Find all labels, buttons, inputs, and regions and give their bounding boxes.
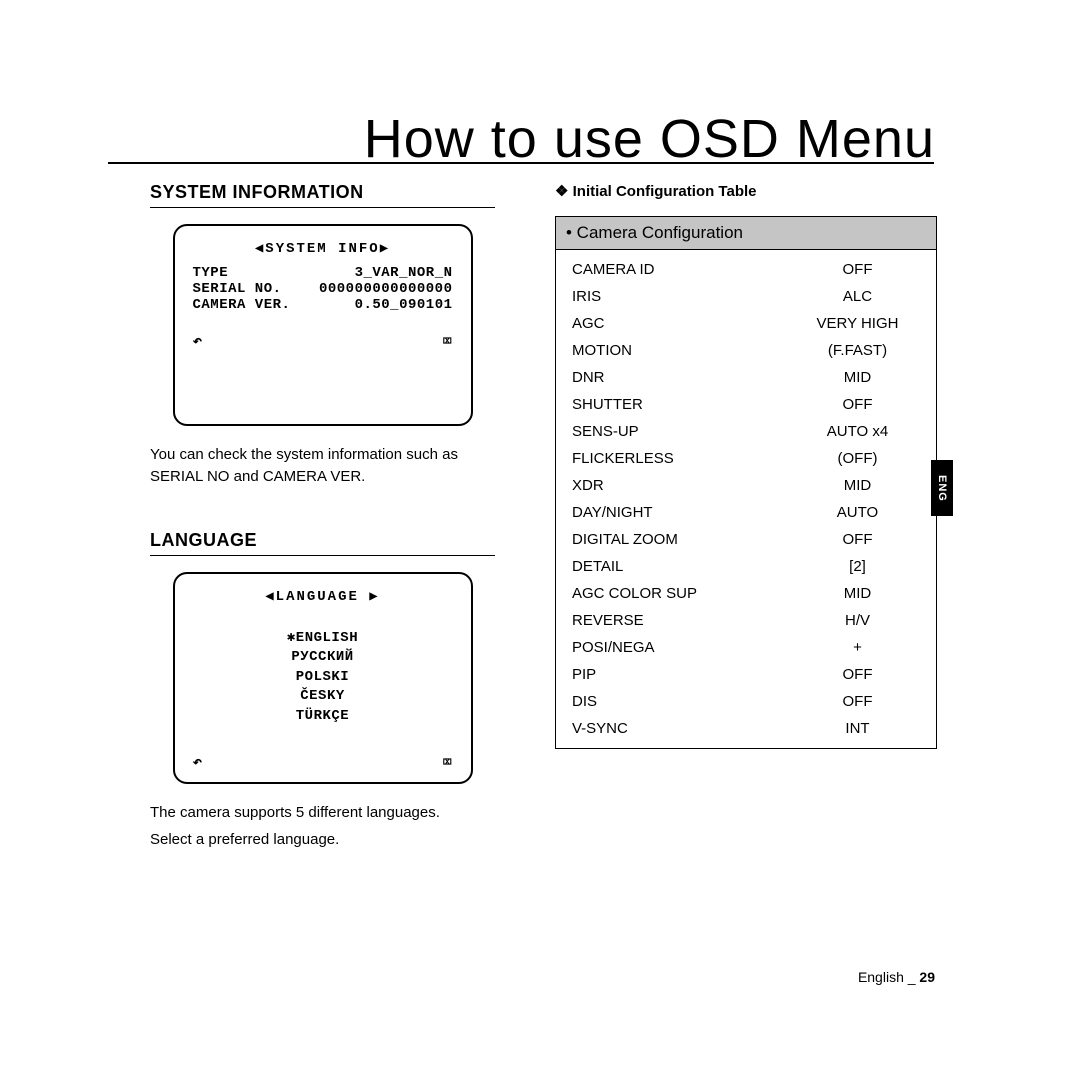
osd-language-item: РУССКИЙ xyxy=(193,648,453,668)
config-key: SENS-UP xyxy=(572,423,795,440)
table-row: CAMERA IDOFF xyxy=(556,256,936,283)
table-row: PIPOFF xyxy=(556,661,936,688)
table-row: SENS-UPAUTO x4 xyxy=(556,418,936,445)
table-row: DETAIL[2] xyxy=(556,553,936,580)
config-value: INT xyxy=(795,720,920,737)
config-key: AGC xyxy=(572,315,795,332)
table-row: MOTION(F.FAST) xyxy=(556,337,936,364)
system-information-heading: SYSTEM INFORMATION xyxy=(150,182,495,208)
config-key: DIGITAL ZOOM xyxy=(572,531,795,548)
table-row: DIGITAL ZOOMOFF xyxy=(556,526,936,553)
config-key: XDR xyxy=(572,477,795,494)
camera-configuration-table: • Camera Configuration CAMERA IDOFFIRISA… xyxy=(555,216,937,749)
osd-ver-value: 0.50_090101 xyxy=(355,297,453,313)
table-row: DNRMID xyxy=(556,364,936,391)
table-row: FLICKERLESS(OFF) xyxy=(556,445,936,472)
osd-ver-label: CAMERA VER. xyxy=(193,297,291,313)
right-column: ❖ Initial Configuration Table • Camera C… xyxy=(555,182,935,851)
initial-config-heading: ❖ Initial Configuration Table xyxy=(555,182,935,200)
table-row: IRISALC xyxy=(556,283,936,310)
exit-icon: ⌧ xyxy=(442,752,452,772)
config-value: MID xyxy=(795,369,920,386)
config-value: AUTO xyxy=(795,504,920,521)
config-key: DETAIL xyxy=(572,558,795,575)
config-value: OFF xyxy=(795,396,920,413)
osd-type-label: TYPE xyxy=(193,265,229,281)
config-key: IRIS xyxy=(572,288,795,305)
config-value: OFF xyxy=(795,261,920,278)
system-info-description: You can check the system information suc… xyxy=(150,444,495,488)
manual-page: How to use OSD Menu ENG SYSTEM INFORMATI… xyxy=(0,0,1080,1080)
config-value: OFF xyxy=(795,693,920,710)
language-desc-line-2: Select a preferred language. xyxy=(150,829,495,851)
config-key: SHUTTER xyxy=(572,396,795,413)
table-row: AGC COLOR SUPMID xyxy=(556,580,936,607)
config-value: VERY HIGH xyxy=(795,315,920,332)
config-value: H/V xyxy=(795,612,920,629)
table-row: V-SYNCINT xyxy=(556,715,936,742)
config-value: (F.FAST) xyxy=(795,342,920,359)
osd-language-item: TÜRKÇE xyxy=(193,707,453,727)
osd-language-list: ✱ENGLISHРУССКИЙPOLSKIČESKYTÜRKÇE xyxy=(193,629,453,727)
chapter-underline xyxy=(108,162,934,164)
chapter-title: How to use OSD Menu xyxy=(364,108,935,170)
osd-language-item: ČESKY xyxy=(193,687,453,707)
config-key: AGC COLOR SUP xyxy=(572,585,795,602)
language-heading: LANGUAGE xyxy=(150,530,495,556)
footer-language: English _ xyxy=(858,969,916,985)
page-number: 29 xyxy=(919,969,935,985)
osd-serial-label: SERIAL NO. xyxy=(193,281,282,297)
osd-language-title: ◀LANGUAGE ▶ xyxy=(193,588,453,605)
table-row: POSI/NEGA+ xyxy=(556,634,936,661)
camera-configuration-rows: CAMERA IDOFFIRISALCAGCVERY HIGHMOTION(F.… xyxy=(556,250,936,748)
left-column: SYSTEM INFORMATION ◀SYSTEM INFO▶ TYPE 3_… xyxy=(150,182,495,851)
camera-configuration-header: • Camera Configuration xyxy=(556,217,936,250)
table-row: AGCVERY HIGH xyxy=(556,310,936,337)
config-key: REVERSE xyxy=(572,612,795,629)
exit-icon: ⌧ xyxy=(442,331,452,351)
page-footer: English _ 29 xyxy=(858,969,935,985)
osd-type-value: 3_VAR_NOR_N xyxy=(355,265,453,281)
config-value: ALC xyxy=(795,288,920,305)
config-value: [2] xyxy=(795,558,920,575)
osd-serial-value: 000000000000000 xyxy=(319,281,453,297)
osd-language-item: POLSKI xyxy=(193,668,453,688)
config-key: DAY/NIGHT xyxy=(572,504,795,521)
config-key: MOTION xyxy=(572,342,795,359)
config-value: MID xyxy=(795,585,920,602)
config-key: DNR xyxy=(572,369,795,386)
config-key: V-SYNC xyxy=(572,720,795,737)
osd-system-info-screen: ◀SYSTEM INFO▶ TYPE 3_VAR_NOR_N SERIAL NO… xyxy=(173,224,473,426)
config-value: + xyxy=(795,639,920,656)
table-row: DISOFF xyxy=(556,688,936,715)
config-key: FLICKERLESS xyxy=(572,450,795,467)
back-icon: ↶ xyxy=(193,331,203,351)
osd-row-type: TYPE 3_VAR_NOR_N xyxy=(193,265,453,281)
config-value: OFF xyxy=(795,531,920,548)
osd-row-serial: SERIAL NO. 000000000000000 xyxy=(193,281,453,297)
back-icon: ↶ xyxy=(193,752,203,772)
config-key: CAMERA ID xyxy=(572,261,795,278)
osd-language-icons: ↶ ⌧ xyxy=(193,752,453,772)
osd-row-ver: CAMERA VER. 0.50_090101 xyxy=(193,297,453,313)
table-row: XDRMID xyxy=(556,472,936,499)
osd-language-item: ✱ENGLISH xyxy=(193,629,453,649)
language-desc-line-1: The camera supports 5 different language… xyxy=(150,802,495,824)
osd-language-screen: ◀LANGUAGE ▶ ✱ENGLISHРУССКИЙPOLSKIČESKYTÜ… xyxy=(173,572,473,784)
content-columns: SYSTEM INFORMATION ◀SYSTEM INFO▶ TYPE 3_… xyxy=(150,182,935,851)
language-description: The camera supports 5 different language… xyxy=(150,802,495,852)
config-value: AUTO x4 xyxy=(795,423,920,440)
config-key: POSI/NEGA xyxy=(572,639,795,656)
config-key: DIS xyxy=(572,693,795,710)
table-row: DAY/NIGHTAUTO xyxy=(556,499,936,526)
config-key: PIP xyxy=(572,666,795,683)
osd-system-info-icons: ↶ ⌧ xyxy=(193,331,453,351)
table-row: SHUTTEROFF xyxy=(556,391,936,418)
config-value: OFF xyxy=(795,666,920,683)
table-row: REVERSEH/V xyxy=(556,607,936,634)
osd-system-info-title: ◀SYSTEM INFO▶ xyxy=(193,240,453,257)
config-value: (OFF) xyxy=(795,450,920,467)
config-value: MID xyxy=(795,477,920,494)
